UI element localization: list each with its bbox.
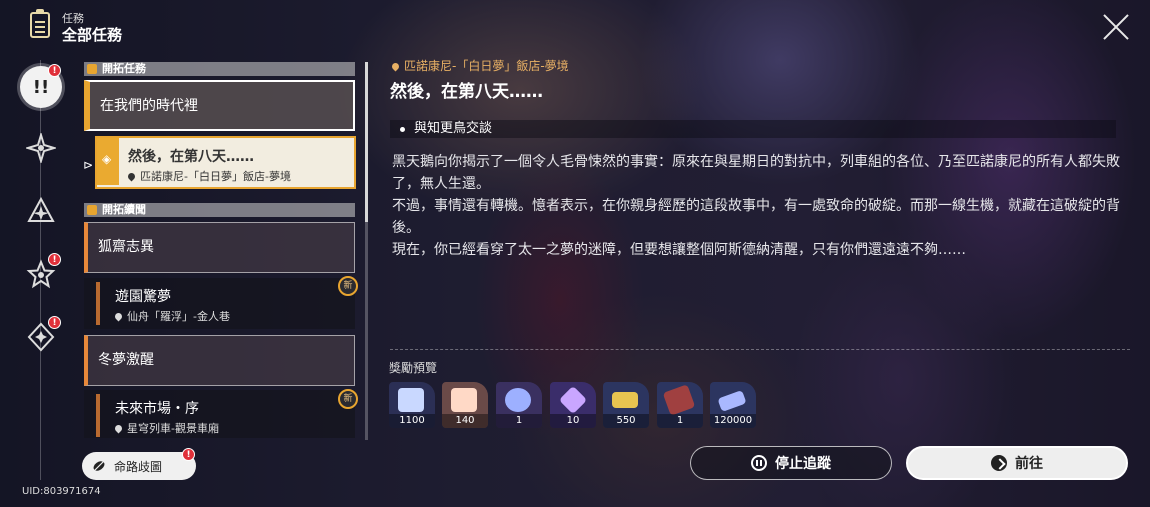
reward-gem[interactable]: 10 — [550, 382, 596, 428]
tracking-diamond-icon: ◈ — [102, 152, 112, 166]
quest-detail-location: 匹諾康尼-「白日夢」飯店-夢境 — [390, 57, 569, 74]
quest-current[interactable]: ◈ 然後，在第八天…… 匹諾康尼-「白日夢」飯店-夢境 — [95, 136, 356, 189]
rail-trailblaze[interactable] — [24, 131, 58, 165]
route-map-label: 命路歧圖 — [114, 459, 163, 474]
rail-adventure[interactable]: ! — [24, 253, 61, 291]
quest-objective: 與知更鳥交談 — [390, 120, 1116, 138]
reward-count: 120000 — [710, 414, 756, 428]
divider — [390, 349, 1130, 350]
reward-count: 1100 — [389, 414, 435, 428]
quest-description: 黑天鵝向你揭示了一個令人毛骨悚然的事實：原來在與星期日的對抗中，列車組的各位、乃… — [392, 151, 1122, 261]
quest-category-2[interactable]: 狐齋志異 — [84, 222, 355, 273]
location-pin-icon — [113, 423, 124, 434]
go-button[interactable]: 前往 — [906, 446, 1128, 480]
location-pin-icon — [113, 311, 124, 322]
reward-gem-icon — [558, 385, 588, 415]
quest-location: 匹諾康尼-「白日夢」飯店-夢境 — [126, 168, 291, 184]
quest-category-1[interactable]: 在我們的時代裡 — [84, 80, 355, 131]
reward-ticket[interactable]: 550 — [603, 382, 649, 428]
reward-book-icon — [662, 384, 696, 416]
reward-ticket-icon — [612, 392, 638, 408]
reward-count: 140 — [442, 414, 488, 428]
new-badge: 新 — [338, 276, 358, 296]
notification-badge: ! — [182, 448, 195, 461]
exclamation-icon: !! — [32, 76, 50, 98]
new-badge: 新 — [338, 389, 358, 409]
route-map-button[interactable]: 命路歧圖 ! — [82, 448, 196, 480]
quest-location: 仙舟「羅浮」-金人巷 — [113, 308, 230, 324]
close-button[interactable] — [1101, 12, 1131, 42]
rail-daily[interactable]: ! — [24, 316, 61, 354]
reward-book[interactable]: 1 — [657, 382, 703, 428]
reward-count: 1 — [496, 414, 542, 428]
quest-title: 然後，在第八天…… — [128, 149, 254, 165]
quest-list-scrollbar[interactable] — [365, 62, 368, 440]
rail-companion[interactable] — [24, 194, 58, 228]
reward-material[interactable]: 1100 — [389, 382, 435, 428]
section-icon — [87, 64, 97, 74]
notification-badge: ! — [48, 316, 61, 329]
quest-bar — [96, 282, 100, 325]
section-title: 開拓任務 — [102, 62, 146, 75]
section-header-continuance: 開拓續聞 — [84, 203, 355, 217]
scroll-thumb[interactable] — [365, 62, 368, 222]
uid-label: UID:803971674 — [22, 486, 101, 497]
description-paragraph: 不過，事情還有轉機。憶者表示，在你親身經歷的這段故事中，有一處致命的破綻。而那一… — [392, 198, 1120, 236]
clipboard-icon — [30, 9, 50, 38]
reward-material-icon — [398, 388, 424, 412]
description-paragraph: 黑天鵝向你揭示了一個令人毛骨悚然的事實：原來在與星期日的對抗中，列車組的各位、乃… — [392, 154, 1120, 192]
location-pin-icon — [126, 171, 137, 182]
pause-icon — [751, 455, 767, 471]
section-header-trailblaze: 開拓任務 — [84, 62, 355, 76]
reward-orb[interactable]: 1 — [496, 382, 542, 428]
rail-all-quests[interactable]: !! ! — [20, 64, 62, 108]
page-title: 全部任務 — [62, 26, 123, 44]
reward-credit-icon — [717, 389, 747, 413]
quest-category-label: 在我們的時代裡 — [84, 80, 355, 131]
section-title: 開拓續聞 — [102, 203, 146, 216]
quest-detail-title: 然後，在第八天…… — [390, 82, 543, 102]
reward-count: 550 — [603, 414, 649, 428]
quest-category-label: 狐齋志異 — [84, 222, 355, 273]
reward-orb-icon — [505, 388, 531, 412]
reward-crystal-icon — [451, 388, 477, 412]
go-label: 前往 — [1015, 456, 1043, 472]
section-icon — [87, 205, 97, 215]
quest-title: 未來市場・序 — [115, 401, 199, 417]
current-quest-arrow-icon: ⊳ — [83, 158, 94, 172]
reward-crystal[interactable]: 140 — [442, 382, 488, 428]
notification-badge: ! — [48, 253, 61, 266]
triangle-star-icon — [27, 196, 55, 222]
location-pin-icon — [390, 61, 401, 72]
quest-title: 遊園驚夢 — [115, 289, 171, 305]
leaf-icon — [93, 460, 105, 472]
quest-bar — [96, 394, 100, 437]
rewards-title: 獎勵預覽 — [389, 361, 438, 375]
quest-category-label: 冬夢激醒 — [84, 335, 355, 386]
stop-tracking-button[interactable]: 停止追蹤 — [690, 446, 892, 480]
quest-item-3[interactable]: 未來市場・序 星穹列車-觀景車廂 — [84, 390, 355, 438]
reward-count: 1 — [657, 414, 703, 428]
reward-count: 10 — [550, 414, 596, 428]
quest-category-3[interactable]: 冬夢激醒 — [84, 335, 355, 386]
arrow-right-icon — [991, 455, 1007, 471]
notification-badge: ! — [48, 64, 61, 77]
stop-tracking-label: 停止追蹤 — [775, 456, 831, 472]
description-paragraph: 現在，你已經看穿了太一之夢的迷障，但要想讓整個阿斯德納清醒，只有你們還遠遠不夠…… — [392, 242, 966, 258]
quest-item-2[interactable]: 遊園驚夢 仙舟「羅浮」-金人巷 — [84, 278, 355, 329]
quest-location: 星穹列車-觀景車廂 — [113, 420, 219, 436]
star-compass-icon — [26, 133, 56, 163]
reward-credit[interactable]: 120000 — [710, 382, 756, 428]
